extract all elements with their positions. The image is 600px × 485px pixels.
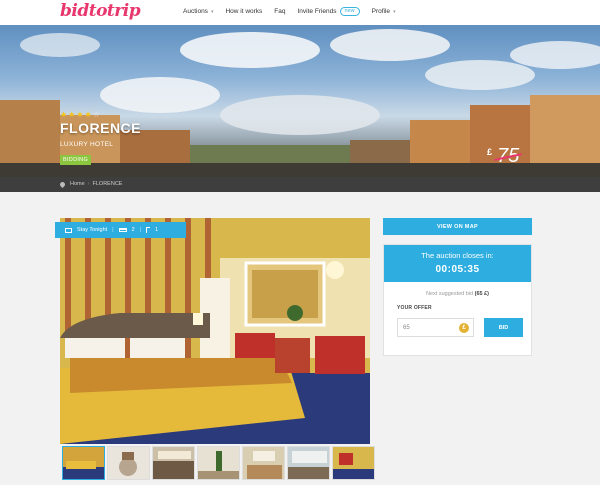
new-badge: new (339, 7, 360, 16)
room-image (60, 218, 370, 444)
thumbnail[interactable] (107, 446, 150, 480)
next-suggested-bid: Next suggested bid (65 £) (384, 291, 531, 297)
nav-how-it-works-label: How it works (225, 8, 263, 15)
auction-panel: The auction closes in: 00:05:35 Next sug… (383, 244, 532, 356)
offer-value: 65 (403, 325, 410, 331)
breadcrumb-separator: › (87, 181, 90, 187)
divider: | (112, 227, 114, 233)
nav-invite-friends[interactable]: Invite Friends new (298, 7, 360, 16)
hotel-room-photo (60, 218, 370, 444)
hero-price: £ 75 (487, 145, 519, 168)
city-title: FLORENCE (60, 120, 141, 136)
nav-invite-friends-label: Invite Friends (297, 8, 337, 15)
thumbnail[interactable] (242, 446, 285, 480)
nav-auctions-label: Auctions (183, 8, 208, 15)
main-nav: Auctions ▾ How it works Faq Invite Frien… (183, 7, 396, 16)
nav-faq[interactable]: Faq (274, 7, 285, 16)
nav-profile[interactable]: Profile ▾ (372, 7, 396, 16)
baths-count: 1 (155, 227, 159, 233)
breadcrumb-home[interactable]: Home (70, 181, 85, 187)
beds-count: 2 (131, 227, 135, 233)
currency-symbol: £ (487, 147, 493, 157)
pound-coin-icon: £ (459, 323, 469, 333)
bid-button[interactable]: BID (484, 318, 523, 337)
hotel-type: LUXURY HOTEL (60, 141, 114, 148)
thumbnail[interactable] (62, 446, 105, 480)
nav-how-it-works[interactable]: How it works (225, 7, 262, 16)
stay-label: Stay Tonight (77, 227, 108, 233)
nav-auctions[interactable]: Auctions ▾ (183, 7, 213, 16)
breadcrumb-current: FLORENCE (92, 181, 123, 187)
offer-row: 65 £ BID (397, 318, 523, 337)
next-bid-label: Next suggested bid (426, 291, 474, 297)
thumbnail[interactable] (287, 446, 330, 480)
bed-icon (118, 228, 127, 232)
shower-icon (146, 227, 151, 233)
hotel-summary: ★★★★☆ FLORENCE LUXURY HOTEL BIDDING (60, 110, 141, 166)
struck-price: 75 (497, 145, 520, 167)
offer-label: YOUR OFFER (397, 305, 432, 311)
chevron-down-icon: ▾ (393, 8, 396, 15)
site-logo[interactable]: bidtotrip (60, 1, 141, 21)
location-pin-icon (58, 180, 67, 188)
divider: | (139, 227, 142, 233)
star-rating: ★★★★☆ (60, 110, 141, 119)
view-on-map-button[interactable]: VIEW ON MAP (383, 218, 532, 235)
auction-countdown-header: The auction closes in: 00:05:35 (384, 245, 531, 282)
thumbnail[interactable] (197, 446, 240, 480)
thumbnail-strip (62, 446, 375, 480)
offer-input[interactable]: 65 £ (397, 318, 474, 337)
chevron-down-icon: ▾ (210, 8, 214, 15)
room-info-strip: Stay Tonight | 2 | 1 (55, 222, 186, 238)
thumbnail[interactable] (332, 446, 375, 480)
countdown-timer: 00:05:35 (435, 264, 480, 275)
breadcrumb: Home › FLORENCE (58, 180, 123, 188)
next-bid-value: (65 £) (474, 291, 489, 297)
thumbnail[interactable] (152, 446, 195, 480)
star-filled-icon: ★★★★ (60, 110, 93, 119)
status-badge: BIDDING (60, 155, 92, 165)
calendar-icon (65, 227, 72, 233)
closes-label: The auction closes in: (421, 251, 494, 260)
star-empty-icon: ☆ (92, 110, 101, 119)
breadcrumb-bar: Home › FLORENCE (0, 177, 600, 192)
nav-profile-label: Profile (371, 8, 391, 15)
nav-faq-label: Faq (274, 8, 286, 15)
top-navbar: bidtotrip Auctions ▾ How it works Faq In… (0, 0, 600, 25)
